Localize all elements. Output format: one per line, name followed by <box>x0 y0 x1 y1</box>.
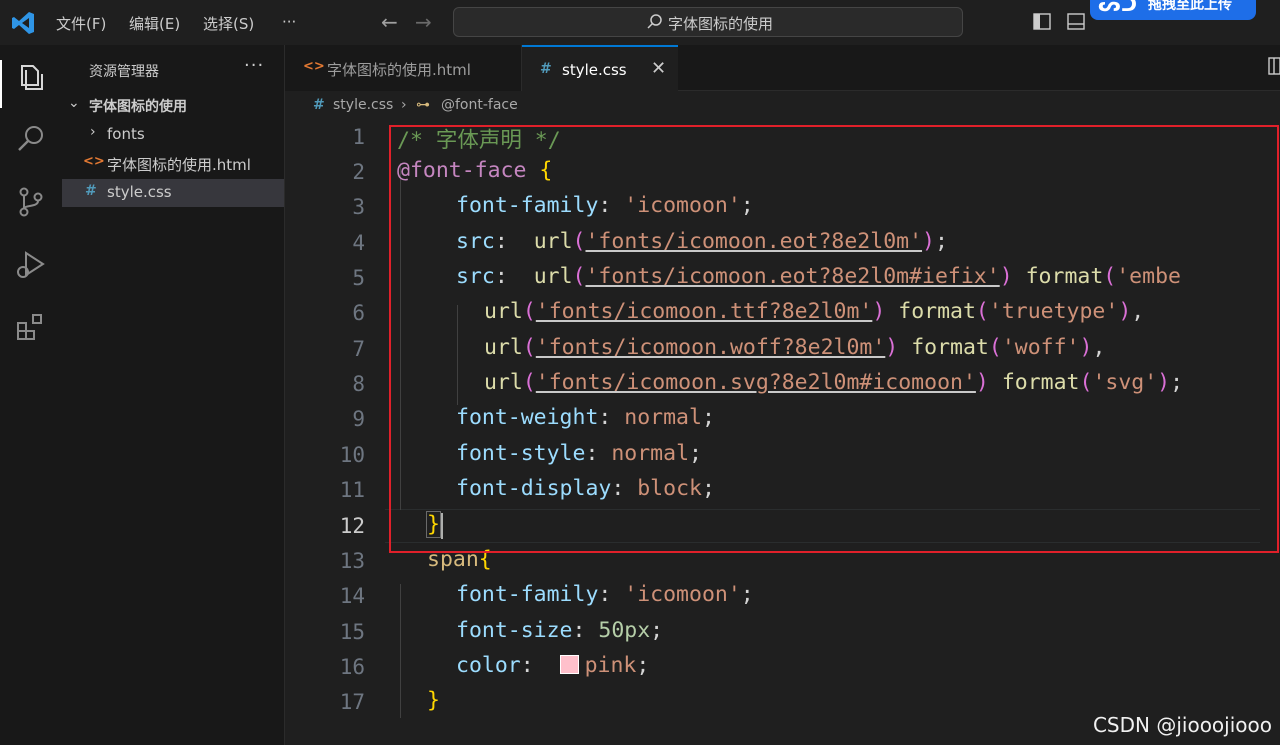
breadcrumb-symbol[interactable]: @font-face <box>441 97 518 113</box>
line-number: 11 <box>339 478 365 502</box>
line-number: 2 <box>352 160 365 184</box>
command-center-search[interactable]: 字体图标的使用 <box>453 7 963 37</box>
tree-item-label: 字体图标的使用.html <box>107 156 251 174</box>
menu-file[interactable]: 文件(F) <box>56 13 106 34</box>
search-icon <box>647 14 662 29</box>
explorer-sidebar: 资源管理器 ··· ⌄ 字体图标的使用 › fonts <> 字体图标的使用.h… <box>62 45 285 745</box>
watermark-text: CSDN @jiooojiooo <box>1092 713 1272 737</box>
brace-token: } <box>427 688 440 713</box>
breadcrumb-separator: › <box>401 97 407 113</box>
forward-arrow-icon[interactable]: → <box>415 10 432 34</box>
symbol-icon: ⊶ <box>416 97 430 113</box>
code-line-15: font-size: 50px; <box>456 618 664 643</box>
css-file-icon: # <box>85 183 97 199</box>
upload-drop-badge[interactable]: ᔕᑐ 拖拽至此上传 <box>1090 0 1256 20</box>
css-file-icon: # <box>313 97 325 113</box>
html-file-icon: <> <box>83 154 105 169</box>
extensions-icon[interactable] <box>14 310 48 344</box>
value-token: pink <box>584 653 637 678</box>
upload-badge-label: 拖拽至此上传 <box>1148 0 1232 13</box>
line-number: 1 <box>352 125 365 149</box>
tree-folder-label: 字体图标的使用 <box>89 99 187 115</box>
tab-style-css[interactable]: # style.css ✕ <box>522 45 678 91</box>
split-editor-icon[interactable] <box>1268 56 1280 76</box>
menu-more-button[interactable]: ··· <box>282 13 296 31</box>
title-bar: 文件(F) 编辑(E) 选择(S) ··· ← → 字体图标的使用 ᔕᑐ 拖拽至… <box>0 0 1280 45</box>
code-line-14: font-family: 'icomoon'; <box>456 582 754 607</box>
line-number: 17 <box>339 690 365 714</box>
activity-bar <box>0 45 62 745</box>
tree-item-html[interactable]: <> 字体图标的使用.html <box>62 150 284 178</box>
breadcrumb-file[interactable]: style.css <box>333 97 393 113</box>
line-number: 3 <box>352 195 365 219</box>
upload-logo-icon: ᔕᑐ <box>1098 0 1138 16</box>
tree-folder-root[interactable]: ⌄ 字体图标的使用 <box>62 92 284 120</box>
command-center-text: 字体图标的使用 <box>668 15 774 33</box>
code-editor[interactable]: 1 2 3 4 5 6 7 8 9 10 11 12 13 14 15 16 1… <box>285 119 1280 745</box>
explorer-title: 资源管理器 <box>89 64 159 80</box>
line-number: 6 <box>352 301 365 325</box>
back-arrow-icon[interactable]: ← <box>381 10 398 34</box>
highlight-annotation-box <box>389 125 1279 553</box>
menu-select[interactable]: 选择(S) <box>203 13 254 34</box>
toggle-sidebar-icon[interactable] <box>1033 13 1051 30</box>
explorer-more-button[interactable]: ··· <box>244 55 264 76</box>
property-token: font-size <box>456 618 573 643</box>
tab-html-file[interactable]: <> 字体图标的使用.html <box>285 45 522 91</box>
line-number: 14 <box>339 584 365 608</box>
search-icon[interactable] <box>14 122 48 156</box>
line-number-current: 12 <box>339 514 365 538</box>
run-debug-icon[interactable] <box>14 248 48 282</box>
chevron-right-icon: › <box>90 124 96 140</box>
value-token: 'icomoon' <box>624 582 741 607</box>
line-number: 13 <box>339 549 365 573</box>
tree-item-css[interactable]: # style.css <box>62 179 284 207</box>
tree-item-label: style.css <box>107 183 172 201</box>
chevron-down-icon: ⌄ <box>68 95 80 111</box>
line-number: 5 <box>352 266 365 290</box>
active-indicator <box>0 60 2 108</box>
explorer-icon[interactable] <box>14 60 48 94</box>
tab-label: 字体图标的使用.html <box>327 61 471 79</box>
indent-guide <box>400 584 401 718</box>
line-number: 15 <box>339 620 365 644</box>
color-swatch[interactable] <box>559 655 579 674</box>
tree-item-fonts[interactable]: › fonts <box>62 121 284 149</box>
property-token: color <box>456 653 521 678</box>
line-number: 7 <box>352 337 365 361</box>
code-line-17: } <box>427 688 440 713</box>
editor-tab-bar: <> 字体图标的使用.html # style.css ✕ <box>285 45 1280 91</box>
property-token: font-family <box>456 582 599 607</box>
vscode-logo-icon <box>12 12 34 34</box>
line-number: 16 <box>339 655 365 679</box>
toggle-panel-icon[interactable] <box>1067 13 1085 30</box>
tab-label: style.css <box>562 61 627 79</box>
line-number: 9 <box>352 407 365 431</box>
tree-item-label: fonts <box>107 125 145 143</box>
line-number: 4 <box>352 231 365 255</box>
number-token: 50px <box>598 618 651 643</box>
breadcrumb: # style.css › ⊶ @font-face <box>285 91 1280 119</box>
html-file-icon: <> <box>303 59 325 74</box>
code-line-16: color: pink; <box>456 653 650 678</box>
source-control-icon[interactable] <box>14 185 48 219</box>
close-icon[interactable]: ✕ <box>651 58 666 79</box>
line-number: 10 <box>339 443 365 467</box>
menu-edit[interactable]: 编辑(E) <box>129 13 180 34</box>
line-number: 8 <box>352 372 365 396</box>
css-file-icon: # <box>540 61 552 77</box>
